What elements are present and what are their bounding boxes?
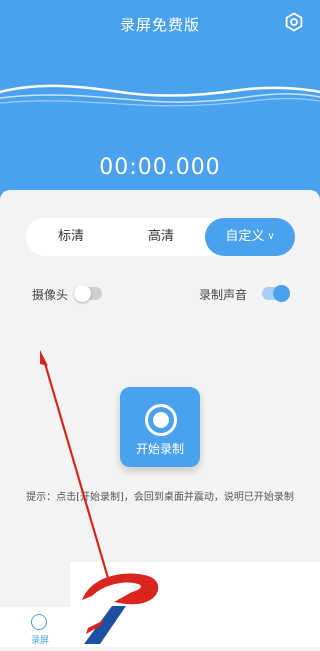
nav-item-label: 录屏 xyxy=(30,636,49,646)
header: 录屏免费版 00:00.000 xyxy=(0,0,320,215)
watermark-logo xyxy=(82,573,159,644)
record-circle-icon xyxy=(31,614,47,630)
quality-option-custom-label: 自定义 xyxy=(225,229,265,244)
watermark-box xyxy=(70,562,320,647)
nav-item-record[interactable]: 录屏 xyxy=(22,608,58,646)
quality-option-sd[interactable]: 标清 xyxy=(26,218,116,256)
camera-label: 摄像头 xyxy=(32,288,69,302)
recording-timer: 00:00.000 xyxy=(99,155,221,180)
audio-toggle[interactable] xyxy=(262,285,290,302)
wave-decoration xyxy=(0,84,320,107)
toggle-knob xyxy=(74,285,91,302)
hint-text: 提示：点击[开始录制]，会回到桌面并震动，说明已开始录制 xyxy=(26,492,294,503)
camera-toggle[interactable] xyxy=(74,285,102,302)
quality-selector: 标清 高清 自定义 ∨ xyxy=(26,218,295,256)
chevron-down-icon: ∨ xyxy=(267,231,275,242)
toggle-knob xyxy=(273,285,290,302)
app-title: 录屏免费版 xyxy=(119,16,200,34)
gear-icon[interactable] xyxy=(284,12,304,32)
audio-label: 录制声音 xyxy=(199,288,248,302)
start-recording-button[interactable]: 开始录制 xyxy=(120,387,200,467)
start-recording-label: 开始录制 xyxy=(135,442,184,456)
record-icon xyxy=(145,404,177,436)
quality-option-hd[interactable]: 高清 xyxy=(116,218,206,256)
quality-option-custom[interactable]: 自定义 ∨ xyxy=(205,218,295,256)
